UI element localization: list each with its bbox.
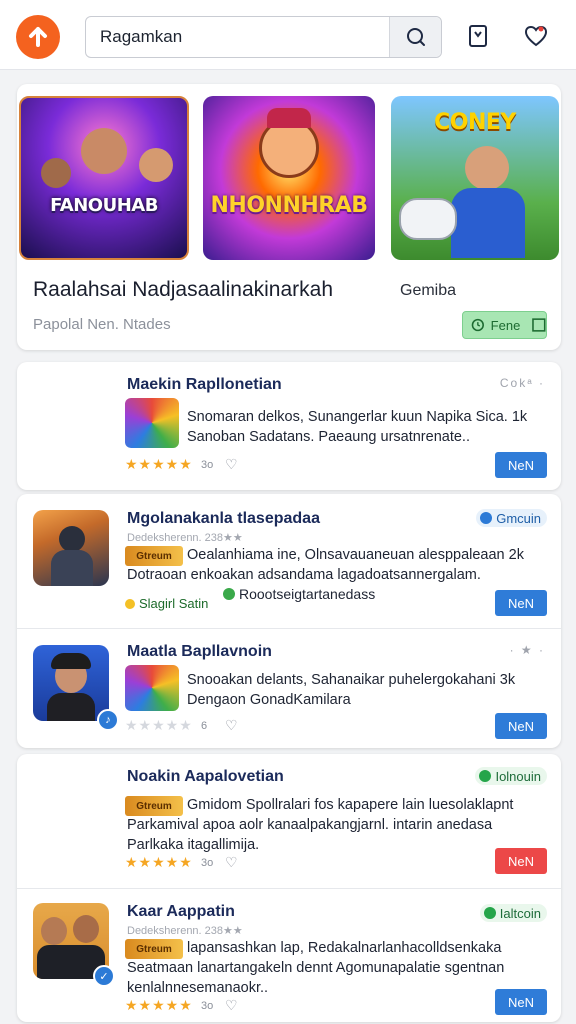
app-inline-tag: Roootseigtartanedass	[223, 586, 375, 602]
app-inline-tag-label: Roootseigtartanedass	[239, 586, 376, 602]
list-item[interactable]: Noakin Aapalovetian Iolnouin Gtreum Gmid…	[17, 754, 561, 888]
app-thumbnail	[125, 398, 179, 448]
app-description: lapansashkan lap, Redakalnarlanhacolldse…	[187, 940, 502, 956]
app-sub-meta: Dedeksherenn. 238★★	[127, 925, 243, 937]
app-description: kenlalnnesemanaokr..	[127, 980, 269, 996]
rating-stars: ★★★★★	[125, 854, 193, 870]
featured-badge[interactable]: Fene	[462, 311, 547, 339]
checkbox-icon	[532, 318, 546, 332]
status-label: Iolnouin	[495, 768, 541, 784]
install-button[interactable]: NeN	[495, 848, 547, 874]
app-tag: Slagirl Satin	[125, 596, 208, 611]
heart-icon[interactable]: ♡	[225, 456, 238, 473]
featured-badge-label: Fene	[490, 317, 521, 333]
app-description: Seatmaan lanartangakeln dennt Agomunapal…	[127, 960, 505, 976]
search-icon	[406, 28, 425, 46]
rating-count: 6	[201, 720, 208, 732]
rating-count: 3o	[201, 857, 214, 869]
add-icon[interactable]	[16, 15, 60, 59]
list-item[interactable]: Mgolanakanla tlasepadaa Gmcuin Dedeksher…	[17, 494, 561, 628]
status-label: Gmcuin	[496, 510, 541, 526]
install-button[interactable]: NeN	[495, 989, 547, 1015]
app-description: Snooakan delants, Sahanaikar puhelergoka…	[187, 672, 516, 688]
featured-title: Raalahsai Nadjasaalinakinarkah	[33, 278, 334, 301]
app-thumbnail: Gtreum	[125, 546, 183, 566]
app-title: Mgolanakanla tlasepadaa	[127, 510, 320, 527]
app-icon	[33, 645, 109, 721]
app-description: Sanoban Sadatans. Paeaung ursatnrenate..	[187, 429, 470, 445]
app-thumbnail: Gtreum	[125, 939, 183, 959]
top-bar	[0, 0, 576, 70]
rating-stars: ★★★★★	[125, 997, 193, 1013]
app-meta: · ★ ·	[509, 643, 545, 657]
featured-genre: Gemiba	[400, 282, 457, 299]
heart-icon[interactable]: ♡	[225, 854, 238, 871]
app-meta: Cokᵃ ·	[499, 376, 545, 390]
rating-stars: ★★★★★	[125, 456, 193, 472]
app-card: Maekin Rapllonetian Cokᵃ · Snomaran delk…	[17, 362, 561, 490]
clock-icon	[471, 318, 484, 332]
heart-icon[interactable]: ♡	[225, 717, 238, 734]
featured-banner-1[interactable]: FANOUHAB	[19, 96, 189, 260]
status-badge: Ialtcoin	[479, 904, 547, 922]
app-description: Snomaran delkos, Sunangerlar kuun Napika…	[187, 409, 528, 425]
badge-icon	[223, 588, 235, 600]
app-card: Mgolanakanla tlasepadaa Gmcuin Dedeksher…	[17, 494, 561, 748]
status-label: Ialtcoin	[499, 905, 541, 921]
install-button[interactable]: NeN	[495, 590, 547, 616]
app-description: Parkamival apoa aolr kanaalpakangjarnl. …	[127, 817, 493, 833]
app-thumbnail: Gtreum	[125, 796, 183, 816]
app-description: Dotraoan enkoakan adsandama lagadoatsann…	[127, 567, 481, 583]
heart-icon[interactable]	[522, 22, 550, 50]
app-description: Dengaon GonadKamilara	[187, 692, 351, 708]
app-description: Oealanhiama ine, Olnsavauaneuan alesppal…	[187, 547, 524, 563]
status-badge: Iolnouin	[475, 767, 547, 785]
search-input[interactable]	[86, 18, 386, 56]
verified-icon: ♪	[97, 709, 119, 731]
app-card: Noakin Aapalovetian Iolnouin Gtreum Gmid…	[17, 754, 561, 1022]
status-badge: Gmcuin	[476, 509, 547, 527]
bookmark-icon[interactable]	[464, 22, 492, 50]
install-button[interactable]: NeN	[495, 713, 547, 739]
verified-icon: ✓	[93, 965, 115, 987]
app-description: Gmidom Spollralari fos kapapere lain lue…	[187, 797, 514, 813]
app-icon	[33, 510, 109, 586]
app-title: Maekin Rapllonetian	[127, 376, 282, 393]
app-title: Kaar Aappatin	[127, 903, 235, 920]
verified-icon	[483, 907, 496, 919]
featured-subtitle: Papolal Nen. Ntades	[33, 316, 171, 333]
verified-icon	[479, 770, 492, 782]
featured-banner-3[interactable]: CONEY	[391, 96, 559, 260]
rating-count: 3o	[201, 459, 214, 471]
coin-icon	[125, 598, 135, 609]
rating-stars: ★★★★★	[125, 717, 193, 733]
install-button[interactable]: NeN	[495, 452, 547, 478]
verified-icon	[480, 512, 493, 524]
featured-banner-2[interactable]: NHONNHRAB	[203, 96, 375, 260]
app-tag-label: Slagirl Satin	[139, 596, 209, 611]
list-item[interactable]: ♪ Maatla Bapllavnoin · ★ · Snooakan dela…	[17, 628, 561, 748]
list-item[interactable]: Maekin Rapllonetian Cokᵃ · Snomaran delk…	[17, 362, 561, 490]
rating-count: 3o	[201, 1000, 214, 1012]
list-item[interactable]: ✓ Kaar Aappatin Ialtcoin Dedeksherenn. 2…	[17, 888, 561, 1022]
search-bar	[85, 16, 442, 58]
app-title: Maatla Bapllavnoin	[127, 643, 272, 660]
heart-icon[interactable]: ♡	[225, 997, 238, 1014]
app-thumbnail	[125, 665, 179, 711]
banner-title: FANOUHAB	[50, 195, 158, 216]
app-description: Parlkaka itagallimija.	[127, 837, 260, 853]
banner-title: CONEY	[434, 110, 516, 135]
banner-title: NHONNHRAB	[210, 193, 369, 218]
featured-card[interactable]: FANOUHAB NHONNHRAB CONEY Raalahsai Nadja…	[17, 84, 561, 350]
app-sub-meta: Dedeksherenn. 238★★	[127, 532, 243, 544]
search-button[interactable]	[389, 17, 441, 57]
app-title: Noakin Aapalovetian	[127, 768, 284, 785]
